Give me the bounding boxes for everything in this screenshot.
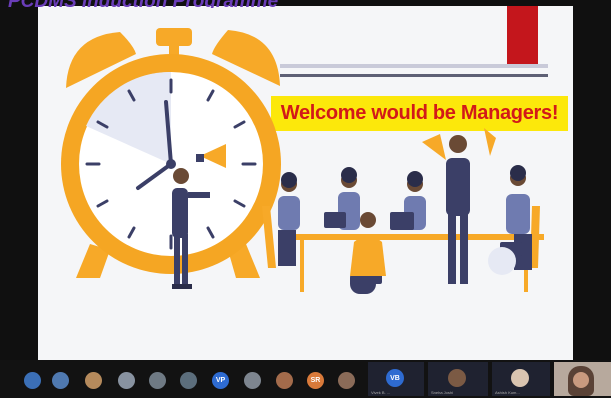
program-title: PCDMS Induction Programme bbox=[0, 0, 611, 8]
participant-avatar-10[interactable]: SR bbox=[307, 372, 324, 389]
participant-avatar-8[interactable] bbox=[244, 372, 261, 389]
participant-avatar-3[interactable] bbox=[85, 372, 102, 389]
video-tile-label: Vivek B. ... bbox=[371, 390, 391, 395]
video-tile-3[interactable]: Ashish Kum... bbox=[492, 362, 550, 396]
video-tile-4-live-camera[interactable] bbox=[554, 362, 611, 396]
participant-avatar-6[interactable] bbox=[180, 372, 197, 389]
video-tile-1[interactable]: VB Vivek B. ... bbox=[368, 362, 424, 396]
team-meeting-scene bbox=[262, 128, 544, 294]
participant-avatar-9[interactable] bbox=[276, 372, 293, 389]
participant-avatar-4[interactable] bbox=[118, 372, 135, 389]
participant-avatar-5[interactable] bbox=[149, 372, 166, 389]
video-tile-label: Ashish Kum... bbox=[495, 390, 520, 395]
participant-avatar-1[interactable] bbox=[24, 372, 41, 389]
video-tile-2[interactable]: Sneha Joshi bbox=[428, 362, 488, 396]
participant-initials: SR bbox=[310, 377, 321, 384]
clock-center bbox=[166, 159, 176, 169]
participant-avatar-2[interactable] bbox=[52, 372, 69, 389]
clock-handle bbox=[156, 28, 192, 46]
video-tile-label: Sneha Joshi bbox=[431, 390, 454, 395]
avatar bbox=[511, 369, 529, 387]
shared-slide: Welcome would be Managers! bbox=[38, 6, 573, 360]
participant-initials: VP bbox=[215, 377, 226, 384]
alarm-clock-team-illustration bbox=[61, 28, 544, 294]
avatar bbox=[448, 369, 466, 387]
participant-avatar-7[interactable]: VP bbox=[212, 372, 229, 389]
participant-face bbox=[573, 372, 589, 388]
video-initials-avatar: VB bbox=[386, 369, 404, 387]
participant-avatar-11[interactable] bbox=[338, 372, 355, 389]
